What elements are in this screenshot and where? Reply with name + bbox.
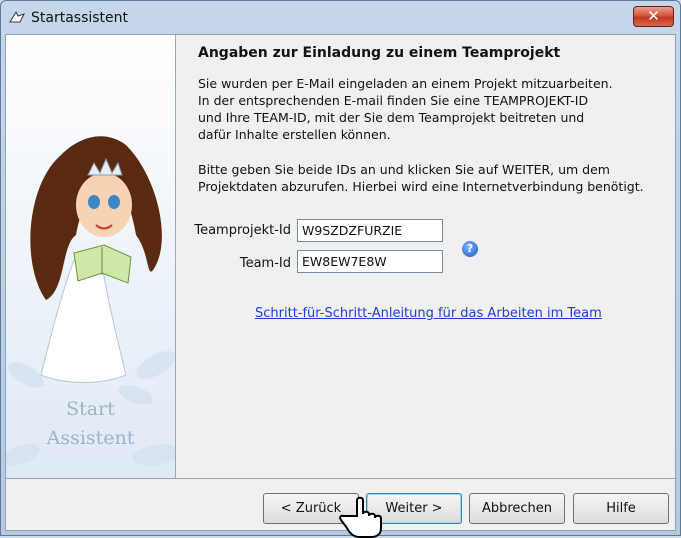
- sidebar-brand: Start Assistent: [6, 395, 175, 453]
- close-icon: ✕: [647, 7, 660, 25]
- team-guide-link[interactable]: Schritt-für-Schritt-Anleitung für das Ar…: [255, 306, 602, 321]
- wizard-body: Start Assistent Angaben zur Einladung zu…: [5, 34, 676, 538]
- app-icon: [9, 10, 25, 23]
- team-id-label: Team-Id: [239, 256, 291, 271]
- brand-line-1: Start: [66, 398, 115, 420]
- cancel-button[interactable]: Abbrechen: [469, 493, 565, 524]
- instruction-text: Bitte geben Sie beide IDs an und klicken…: [198, 162, 644, 194]
- window-title: Startassistent: [31, 10, 129, 26]
- wizard-window: Startassistent ✕ Start Assistent Angaben…: [0, 0, 681, 538]
- sidebar-illustration: Start Assistent: [6, 35, 176, 478]
- intro-text: Sie wurden per E-Mail eingeladen an eine…: [198, 76, 613, 142]
- brand-line-2: Assistent: [46, 427, 135, 449]
- project-id-label: Teamprojekt-Id: [194, 223, 291, 238]
- team-id-field[interactable]: EW8EW7E8W: [297, 250, 443, 273]
- divider: [6, 478, 675, 479]
- help-icon[interactable]: ?: [462, 241, 478, 257]
- close-button[interactable]: ✕: [633, 6, 674, 27]
- hand-cursor-icon: [339, 496, 382, 538]
- project-id-field[interactable]: W9SZDZFURZIE: [297, 219, 443, 242]
- page-title: Angaben zur Einladung zu einem Teamproje…: [198, 45, 561, 61]
- title-bar[interactable]: Startassistent ✕: [1, 1, 680, 34]
- help-button[interactable]: Hilfe: [573, 493, 669, 524]
- content-panel: Angaben zur Einladung zu einem Teamproje…: [176, 35, 675, 478]
